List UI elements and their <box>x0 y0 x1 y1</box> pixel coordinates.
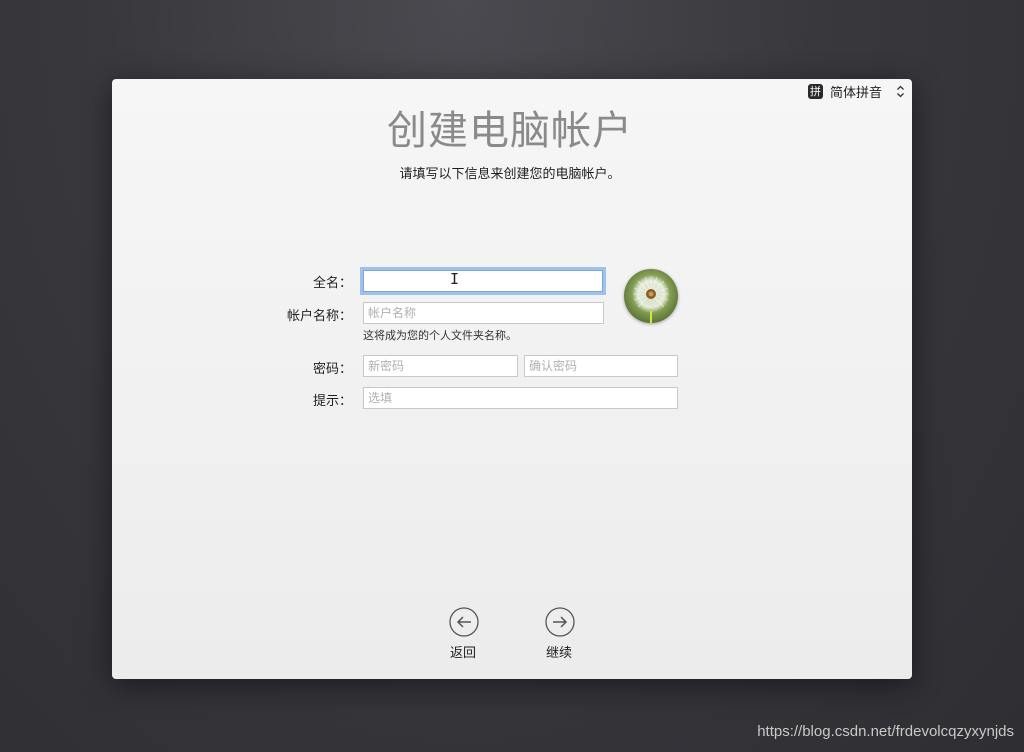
account-name-input[interactable] <box>363 302 604 324</box>
source-watermark: https://blog.csdn.net/frdevolcqzyxynjds <box>757 723 1014 740</box>
setup-panel: 拼 简体拼音 创建电脑帐户 请填写以下信息来创建您的电脑帐户。 全名： I 帐户… <box>112 79 912 679</box>
back-label: 返回 <box>449 646 476 661</box>
password-hint-input[interactable] <box>363 387 678 409</box>
password-label: 密码： <box>312 362 352 377</box>
page-subtitle: 请填写以下信息来创建您的电脑帐户。 <box>399 167 621 182</box>
verify-password-input[interactable] <box>524 355 678 377</box>
account-name-label: 帐户名称： <box>286 309 352 324</box>
page-title: 创建电脑帐户 <box>387 108 633 154</box>
ibeam-cursor-icon: I <box>450 270 460 288</box>
full-name-label: 全名： <box>312 276 352 291</box>
user-avatar[interactable] <box>624 269 678 323</box>
new-password-input[interactable] <box>363 355 518 377</box>
account-name-hint: 这将成为您的个人文件夹名称。 <box>363 329 517 342</box>
continue-button[interactable]: 继续 <box>529 607 589 661</box>
dandelion-avatar-icon <box>624 269 678 323</box>
full-name-input[interactable] <box>363 270 603 292</box>
input-source-badge: 拼 <box>808 83 823 99</box>
password-hint-label: 提示： <box>312 394 352 409</box>
back-button[interactable]: 返回 <box>433 607 493 661</box>
continue-label: 继续 <box>545 646 572 661</box>
updown-chevron-icon <box>896 85 905 98</box>
forward-arrow-icon <box>545 607 575 637</box>
back-arrow-icon <box>449 607 479 637</box>
